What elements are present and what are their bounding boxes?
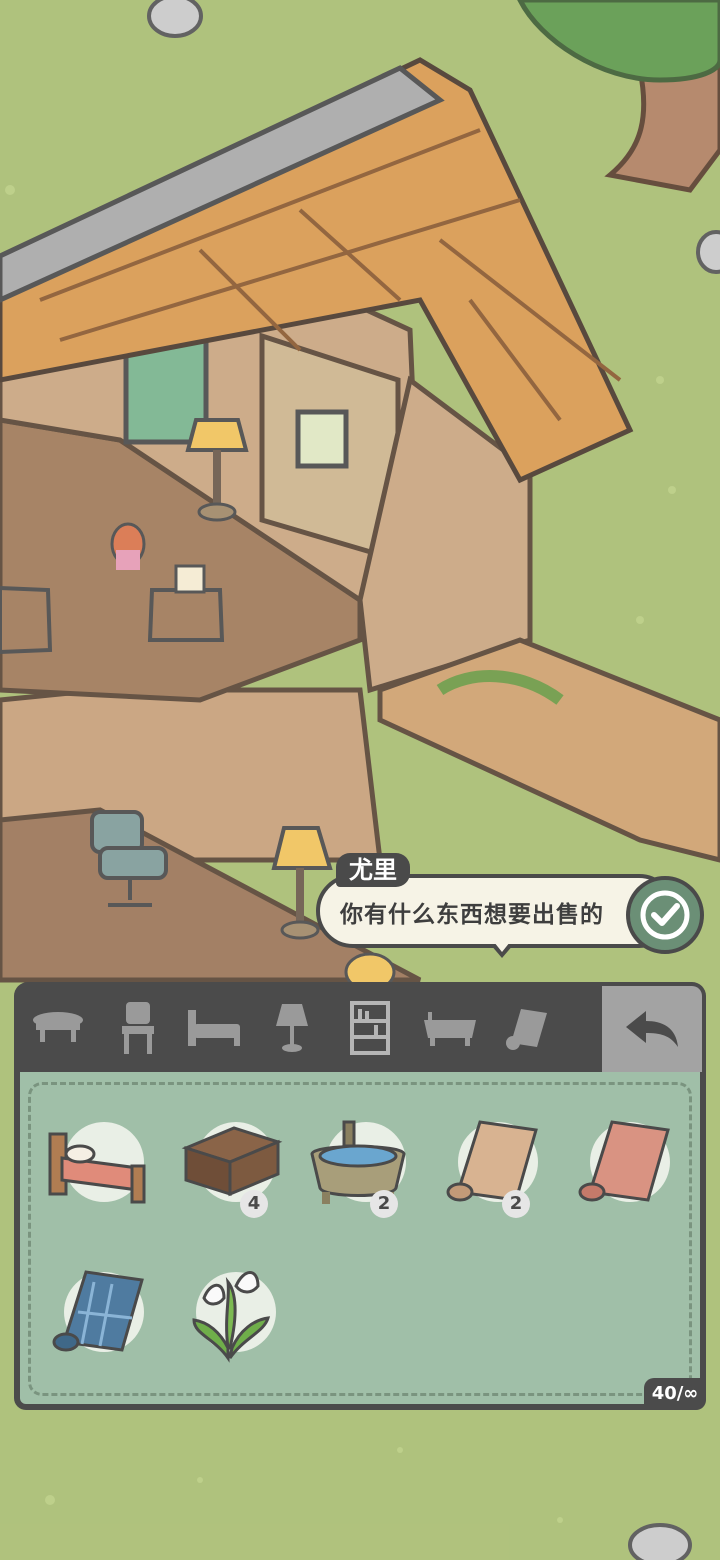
inventory-item-pink-rug[interactable] [568,1108,678,1218]
category-tab-bed[interactable] [182,990,246,1066]
inventory-capacity: 40/∞ [644,1378,706,1410]
category-tab-table[interactable] [26,990,90,1066]
lamp-icon [276,1004,308,1052]
inventory-item-lily-plant[interactable] [174,1258,284,1368]
inventory-item-blue-rug[interactable] [42,1258,152,1368]
category-tab-lamp[interactable] [260,990,324,1066]
bathtub-icon [424,1012,476,1046]
rug-icon [52,1270,144,1352]
bookshelf-icon [350,1001,390,1055]
item-count-badge: 2 [502,1190,530,1218]
item-count-badge: 2 [370,1190,398,1218]
dialog-message: 你有什么东西想要出售的 [340,902,604,928]
chair-icon [122,1002,154,1054]
checkmark-icon [640,890,690,940]
bed-icon [48,1132,146,1204]
category-tab-bookshelf[interactable] [338,990,402,1066]
category-tab-bathtub[interactable] [418,990,482,1066]
plant-icon [192,1271,271,1363]
back-arrow-icon [626,1011,678,1047]
speaker-name: 尤里 [336,853,410,887]
category-tab-chair[interactable] [106,990,170,1066]
table-icon [33,1012,83,1042]
bed-icon [188,1010,240,1046]
back-button[interactable] [602,982,706,1076]
scroll-icon [506,1009,547,1050]
inventory-item-bed[interactable] [42,1108,152,1218]
item-count-badge: 4 [240,1190,268,1218]
category-tab-scroll[interactable] [494,990,558,1066]
confirm-button[interactable] [626,876,704,954]
rug-icon [578,1120,670,1202]
